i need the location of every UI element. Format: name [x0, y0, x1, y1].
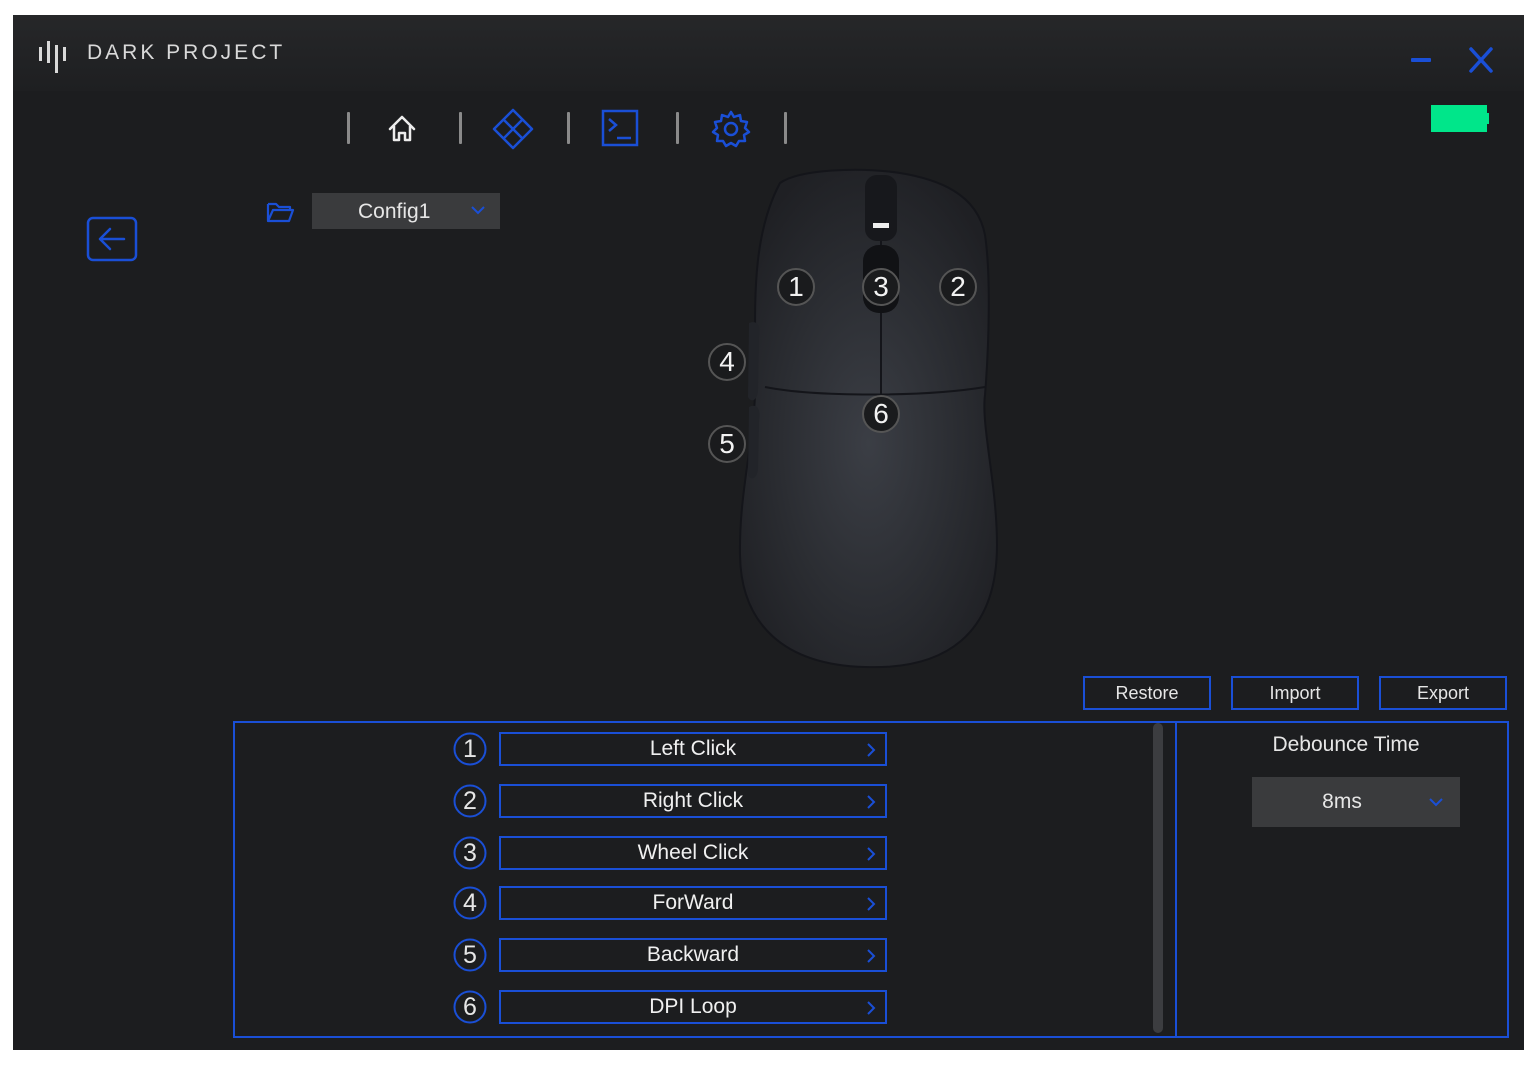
minimize-button[interactable] [1405, 45, 1437, 75]
nav-lighting-button[interactable] [491, 107, 535, 151]
binding-number-5: 5 [453, 938, 487, 972]
chevron-right-icon [867, 1001, 876, 1015]
binding-number-3: 3 [453, 836, 487, 870]
bindings-scrollbar[interactable] [1153, 723, 1163, 1033]
nav-separator [784, 112, 787, 144]
gear-icon [711, 110, 751, 148]
logo-icon [39, 41, 66, 73]
debounce-label: Debounce Time [1272, 733, 1420, 756]
mouse-illustration: 1 2 3 4 5 6 [685, 165, 1015, 675]
debounce-dropdown[interactable]: 8ms [1252, 777, 1460, 827]
debounce-value: 8ms [1322, 790, 1362, 813]
binding-number-4: 4 [453, 886, 487, 920]
chevron-down-icon [1429, 798, 1443, 807]
terminal-icon [601, 109, 639, 147]
app-window: DARK PROJECT Config1 1 2 3 4 5 6 Restore… [13, 15, 1524, 1050]
nav-home-button[interactable] [380, 107, 424, 151]
binding-button-forward[interactable]: ForWard [499, 886, 887, 920]
export-button[interactable]: Export [1379, 676, 1507, 710]
nav-separator [347, 112, 350, 144]
mouse-button-badge-1[interactable]: 1 [777, 268, 815, 306]
mouse-button-badge-3[interactable]: 3 [862, 268, 900, 306]
chevron-right-icon [867, 847, 876, 861]
nav-settings-button[interactable] [709, 107, 753, 151]
folder-icon[interactable] [265, 199, 295, 225]
arrow-left-icon [86, 216, 138, 262]
binding-label: Right Click [642, 789, 744, 812]
title-bar[interactable]: DARK PROJECT [13, 15, 1524, 91]
config-dropdown[interactable]: Config1 [312, 193, 500, 229]
mouse-body-image [738, 168, 999, 669]
battery-icon [1431, 105, 1489, 132]
home-icon [388, 115, 416, 142]
binding-label: Backward [646, 943, 740, 966]
chevron-right-icon [867, 743, 876, 757]
binding-label: Left Click [649, 737, 737, 760]
nav-keys-button[interactable] [599, 107, 643, 151]
close-button[interactable] [1464, 45, 1498, 75]
binding-number-1: 1 [453, 732, 487, 766]
minimize-icon [1411, 58, 1431, 62]
binding-label: Wheel Click [637, 841, 749, 864]
mouse-button-badge-2[interactable]: 2 [939, 268, 977, 306]
mouse-button-badge-5[interactable]: 5 [708, 425, 746, 463]
binding-button-left-click[interactable]: Left Click [499, 732, 887, 766]
chevron-down-icon [471, 206, 485, 215]
import-button[interactable]: Import [1231, 676, 1359, 710]
close-icon [1469, 47, 1493, 73]
chevron-right-icon [867, 897, 876, 911]
binding-number-6: 6 [453, 990, 487, 1024]
binding-button-dpi-loop[interactable]: DPI Loop [499, 990, 887, 1024]
binding-button-wheel-click[interactable]: Wheel Click [499, 836, 887, 870]
binding-button-right-click[interactable]: Right Click [499, 784, 887, 818]
nav-separator [567, 112, 570, 144]
brand-name: DARK PROJECT [87, 41, 286, 64]
restore-button[interactable]: Restore [1083, 676, 1211, 710]
binding-button-backward[interactable]: Backward [499, 938, 887, 972]
mouse-button-badge-4[interactable]: 4 [708, 343, 746, 381]
nav-separator [676, 112, 679, 144]
chevron-right-icon [867, 949, 876, 963]
config-value: Config1 [358, 200, 431, 223]
binding-label: DPI Loop [649, 995, 737, 1018]
back-button[interactable] [86, 216, 138, 262]
mouse-button-badge-6[interactable]: 6 [862, 395, 900, 433]
diamond-icon [492, 108, 534, 150]
binding-number-2: 2 [453, 784, 487, 818]
chevron-right-icon [867, 795, 876, 809]
debounce-panel [1175, 721, 1509, 1038]
nav-separator [459, 112, 462, 144]
binding-label: ForWard [652, 891, 734, 914]
